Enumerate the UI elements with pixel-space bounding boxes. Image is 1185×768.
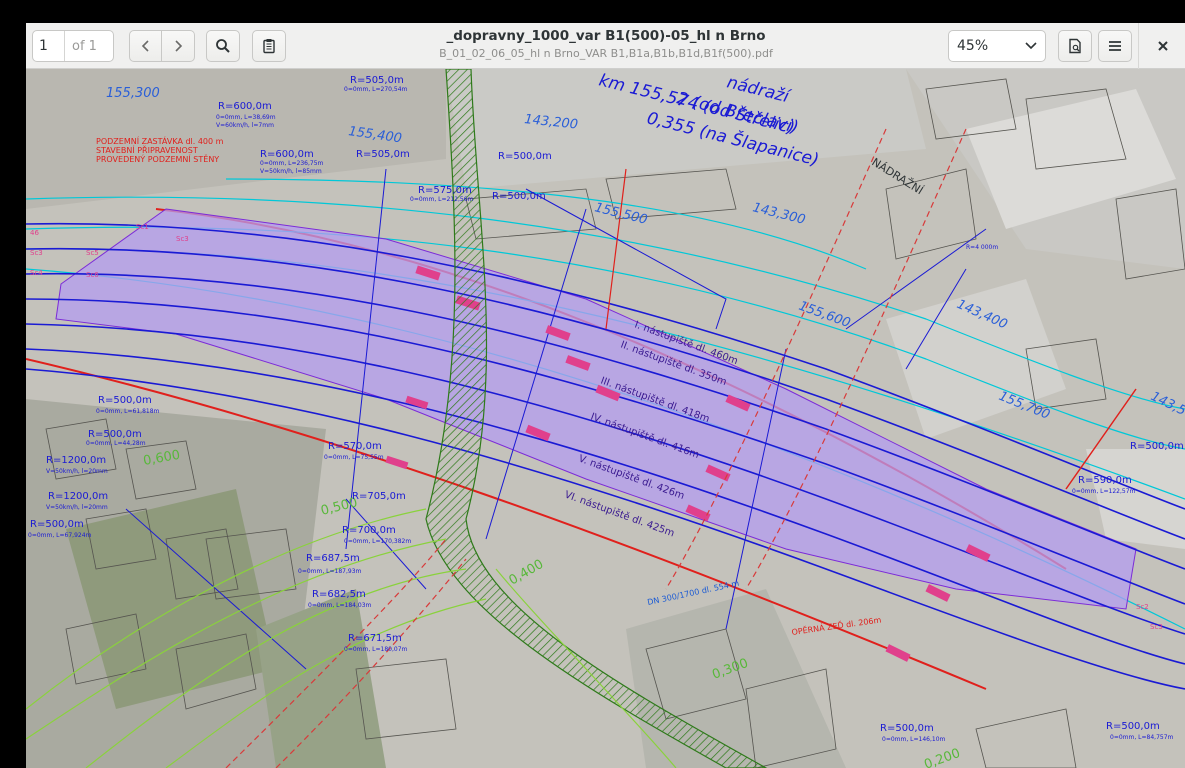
svg-text:0=0mm, L=61,818m: 0=0mm, L=61,818m [96,408,160,415]
page-selector[interactable]: 1 of 1 [32,30,114,62]
zoom-value: 45% [957,38,989,54]
svg-text:Sc2: Sc2 [1136,603,1149,611]
svg-text:Sc3: Sc3 [1150,623,1163,631]
radius-label: R=500,0m [98,395,152,406]
svg-text:V=60km/h, l=7mm: V=60km/h, l=7mm [216,122,274,129]
page-count-label: of 1 [72,38,97,54]
radius-label: R=600,0m [218,101,272,112]
search-button[interactable] [206,30,240,62]
svg-text:Sc1: Sc1 [136,223,149,231]
radius-label: R=500,0m [880,723,934,734]
svg-text:0=0mm, L=212,56m: 0=0mm, L=212,56m [410,196,474,203]
radius-label: R=575,0m [418,185,472,196]
header-bar: 1 of 1 _dopravny_1000_var B1(500)-05_hl … [26,23,1185,69]
svg-text:Sc6: Sc6 [86,271,99,279]
chevron-down-icon [1025,42,1037,50]
svg-text:V=50km/h, l=20mm: V=50km/h, l=20mm [46,468,108,475]
chevron-right-icon [175,40,183,52]
radius-label: R=687,5m [306,553,360,564]
svg-text:0=0mm, L=270,54m: 0=0mm, L=270,54m [344,86,408,93]
page-number-input[interactable]: 1 [33,31,65,61]
svg-text:V=50km/h, l=85mm: V=50km/h, l=85mm [260,168,322,175]
svg-text:V=50km/h, l=20mm: V=50km/h, l=20mm [46,504,108,511]
railway-drawing: nádraží 2 (od Břeclavi) 0,355 (na Šlapan… [26,69,1185,768]
document-title: _dopravny_1000_var B1(500)-05_hl n Brno [446,28,766,44]
svg-text:0=0mm, L=187,93m: 0=0mm, L=187,93m [298,568,362,575]
radius-label: R=700,0m [342,525,396,536]
document-canvas[interactable]: nádraží 2 (od Břeclavi) 0,355 (na Šlapan… [26,69,1185,768]
main-menu-button[interactable] [1098,30,1132,62]
zoom-selector[interactable]: 45% [948,30,1046,62]
radius-label: R=500,0m [30,519,84,530]
radius-label: R=682,5m [312,589,366,600]
radius-label: R=500,0m [1130,441,1184,452]
chainage-label: 155,300 [106,86,160,101]
radius-label: R=705,0m [352,491,406,502]
previous-page-button[interactable] [129,30,162,62]
svg-text:0=0mm, L=67,924m: 0=0mm, L=67,924m [28,532,92,539]
radius-label: R=505,0m [356,149,410,160]
note-text: PODZEMNÍ ZASTÁVKA dl. 400 m [96,135,224,146]
search-icon [216,39,230,53]
svg-text:0=0mm, L=44,28m: 0=0mm, L=44,28m [86,440,146,447]
note-text: STAVEBNÍ PŘIPRAVENOST [96,144,198,155]
hamburger-menu-icon [1109,41,1121,51]
annotations-button[interactable] [252,30,286,62]
radius-label: R=500,0m [88,429,142,440]
chevron-left-icon [141,40,149,52]
radius-label: R=500,0m [1106,721,1160,732]
note-text: PROVEDENÝ PODZEMNÍ STĚNY [96,153,219,164]
clipboard-icon [263,39,275,54]
document-properties-button[interactable] [1058,30,1092,62]
svg-text:0=0mm, L=75,55m: 0=0mm, L=75,55m [324,454,384,461]
close-button[interactable] [1148,30,1178,62]
page-navigation [129,30,195,62]
svg-text:46: 46 [30,229,39,237]
pdf-viewer-window: 1 of 1 _dopravny_1000_var B1(500)-05_hl … [26,23,1185,768]
radius-label: R=570,0m [328,441,382,452]
radius-label: R=590,0m [1078,475,1132,486]
radius-label: R=505,0m [350,75,404,86]
radius-label: R=500,0m [498,151,552,162]
svg-text:Sc3: Sc3 [30,249,43,257]
svg-text:0=0mm, L=236,75m: 0=0mm, L=236,75m [260,160,324,167]
radius-label: R=1200,0m [46,455,106,466]
svg-text:R=4 000m: R=4 000m [966,244,998,251]
svg-text:Sc5: Sc5 [86,249,99,257]
radius-label: R=600,0m [260,149,314,160]
svg-text:0=0mm, L=122,57m: 0=0mm, L=122,57m [1072,488,1136,495]
svg-text:0=0mm, L=180,07m: 0=0mm, L=180,07m [344,646,408,653]
svg-text:0=0mm, L=84,757m: 0=0mm, L=84,757m [1110,734,1174,741]
svg-text:0=0mm, L=184,03m: 0=0mm, L=184,03m [308,602,372,609]
svg-text:Sc3: Sc3 [176,235,189,243]
document-icon [1069,38,1081,54]
next-page-button[interactable] [162,30,195,62]
radius-label: R=671,5m [348,633,402,644]
svg-text:0=0mm, L=170,382m: 0=0mm, L=170,382m [344,538,411,545]
close-icon [1158,41,1168,51]
radius-label: R=1200,0m [48,491,108,502]
svg-text:0=0mm, L=146,10m: 0=0mm, L=146,10m [882,736,946,743]
document-filename: B_01_02_06_05_hl n Brno_VAR B1,B1a,B1b,B… [439,47,773,60]
svg-text:0=0mm, L=38,69m: 0=0mm, L=38,69m [216,114,276,121]
radius-label: R=500,0m [492,191,546,202]
svg-text:Sc4: Sc4 [30,269,43,277]
